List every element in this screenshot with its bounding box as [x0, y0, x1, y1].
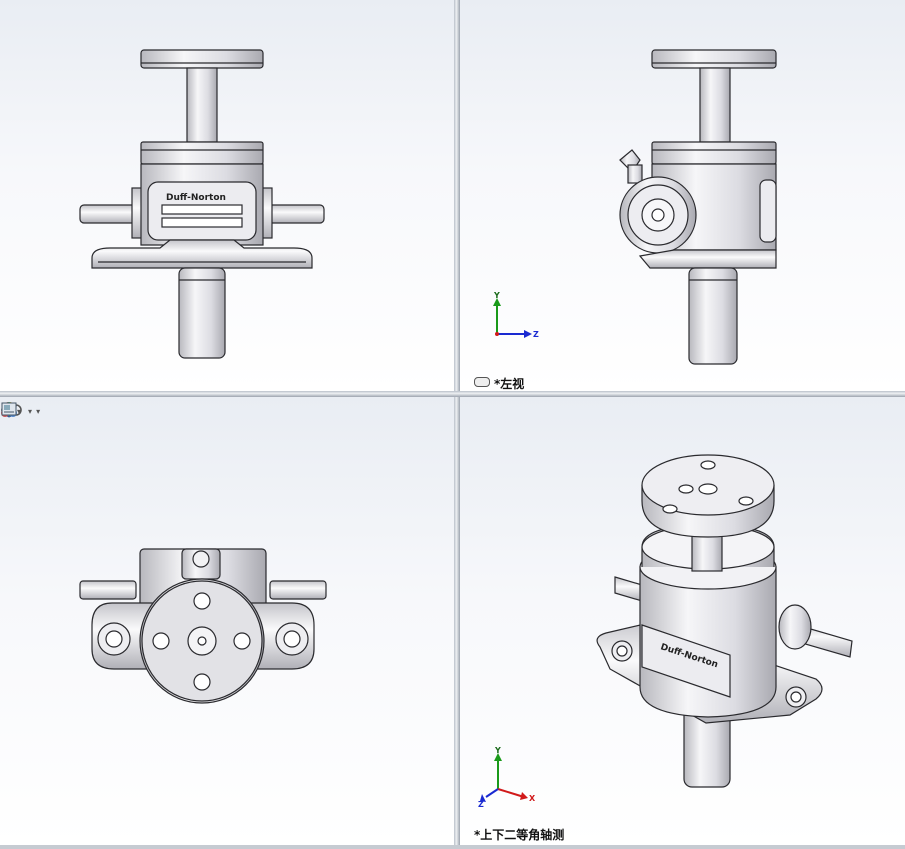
view-settings-icon[interactable]: ▾: [1, 401, 40, 421]
coordinate-triad-iso: Y X Z: [478, 746, 536, 809]
front-view-model: Duff-Norton: [79, 49, 325, 359]
isometric-view-label: *上下二等角轴测: [474, 828, 565, 842]
viewport-splitter-horizontal[interactable]: [0, 391, 905, 397]
apply-scene-icon[interactable]: ▾: [1, 401, 32, 421]
isometric-view-model: Duff-Norton Y X Z: [478, 454, 853, 809]
viewport-splitter-vertical[interactable]: [454, 0, 460, 849]
viewport-left[interactable]: Y Z *左视: [460, 0, 905, 391]
iso-triad-z-label: Z: [478, 800, 484, 809]
left-view-model: Y Z: [493, 49, 777, 365]
iso-triad-y-label: Y: [494, 746, 501, 755]
viewport-top[interactable]: ▾ ▾ ▾ ▾ ▾: [0, 397, 454, 845]
heads-up-toolbar: ▾ ▾ ▾ ▾ ▾: [0, 400, 40, 422]
top-view-model: [79, 548, 327, 704]
viewport-front[interactable]: Duff-Norton: [0, 0, 454, 391]
nameplate-brand: Duff-Norton: [166, 193, 226, 203]
triad-z-label: Z: [533, 330, 539, 339]
coordinate-triad: Y Z: [493, 291, 539, 339]
viewport-isometric[interactable]: Duff-Norton Y X Z *上下二等角轴测: [460, 397, 905, 845]
iso-triad-x-label: X: [529, 794, 536, 803]
bottom-border: [0, 845, 905, 849]
glasses-icon[interactable]: [474, 377, 490, 387]
left-view-label: *左视: [494, 377, 525, 391]
triad-y-label: Y: [493, 291, 500, 300]
solidworks-graphics-area: Duff-Norton Y Z *左视 ▾ ▾ ▾ Duff-Norton Y …: [0, 0, 905, 849]
